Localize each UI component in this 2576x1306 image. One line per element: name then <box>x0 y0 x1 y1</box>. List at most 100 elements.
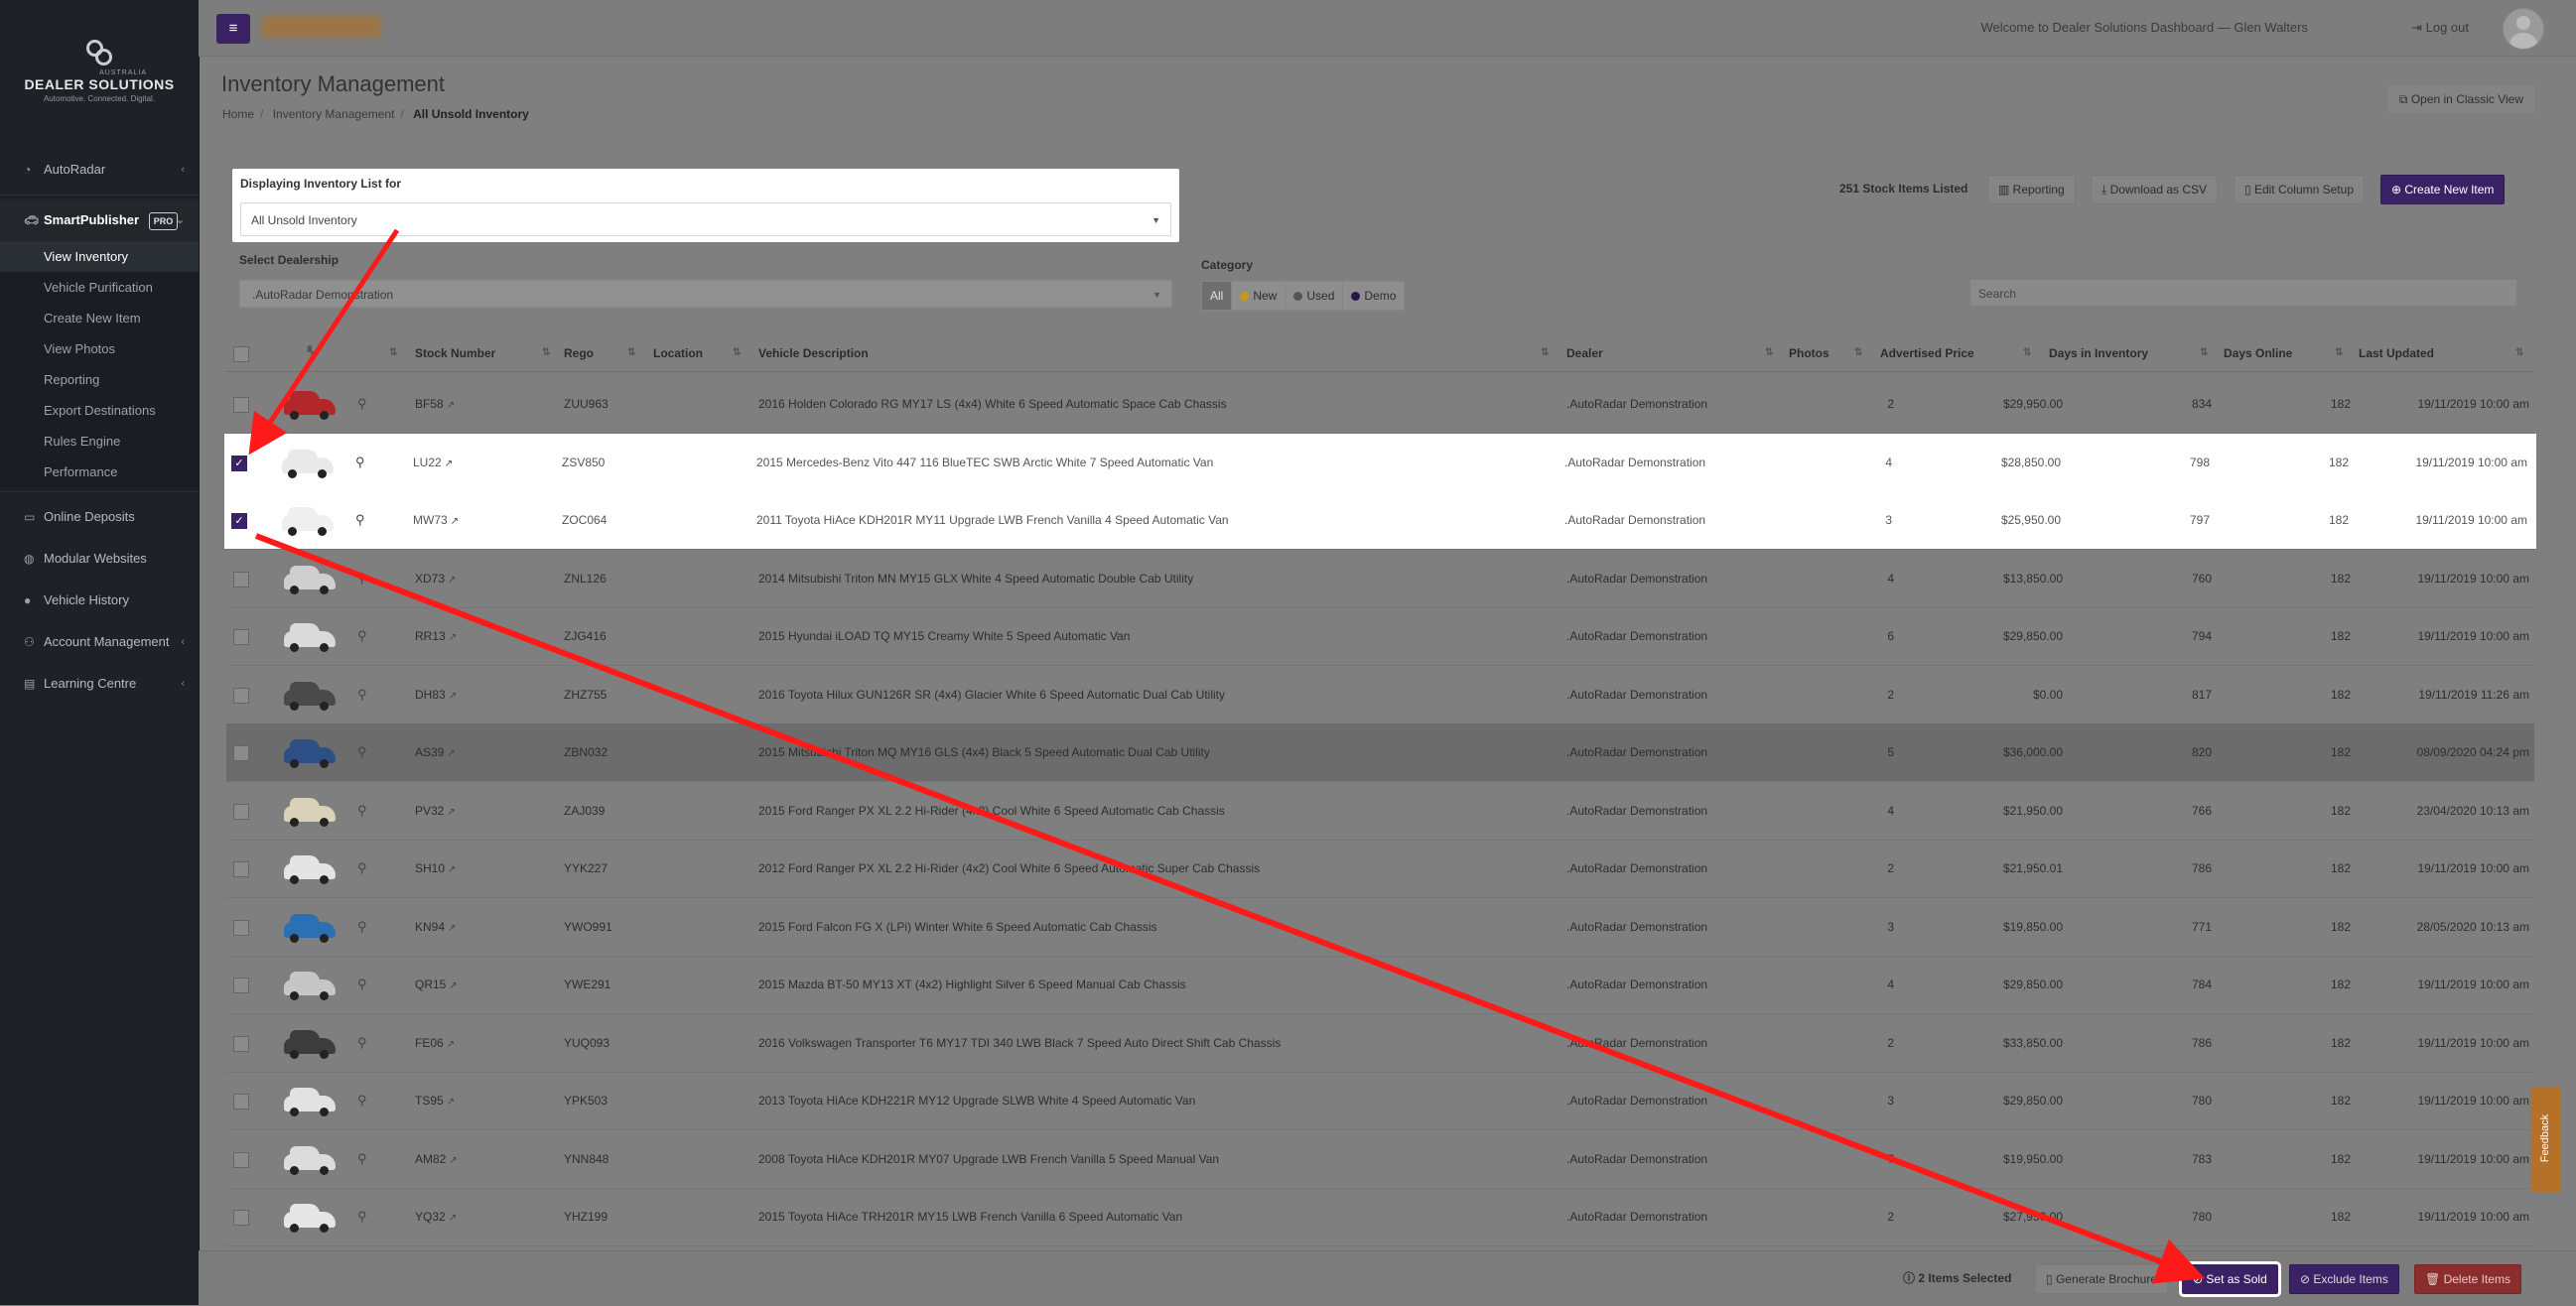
column-dealer[interactable]: Dealer <box>1566 335 1603 371</box>
column-days-online[interactable]: Days Online <box>2224 335 2292 371</box>
sidebar-item-learning-centre[interactable]: ▤ Learning Centre ‹ <box>0 663 199 705</box>
sidebar-item-modular-websites[interactable]: ◍ Modular Websites <box>0 538 199 580</box>
row-checkbox[interactable] <box>233 803 249 820</box>
vehicle-thumbnail[interactable] <box>278 385 341 425</box>
breadcrumb-inventory-management[interactable]: Inventory Management <box>273 107 395 121</box>
row-checkbox[interactable] <box>233 1210 249 1226</box>
row-checkbox[interactable] <box>233 1035 249 1052</box>
stock-number-link[interactable]: LU22 ↗ <box>413 434 453 493</box>
dealership-select[interactable]: .AutoRadar Demonstration ▼ <box>239 280 1172 308</box>
sidebar-item-online-deposits[interactable]: ▭ Online Deposits <box>0 496 199 538</box>
logout-link[interactable]: ⇥ Log out <box>2411 0 2469 56</box>
reporting-button[interactable]: ▥ Reporting <box>1987 175 2076 204</box>
search-input[interactable]: Search <box>1969 279 2517 307</box>
row-checkbox[interactable] <box>233 397 249 413</box>
generate-brochure-button[interactable]: ▯ Generate Brochure <box>2035 1264 2168 1294</box>
create-new-item-button[interactable]: ⊕ Create New Item <box>2380 175 2506 204</box>
sort-icon[interactable]: ⇅ <box>733 335 741 371</box>
download-csv-button[interactable]: ⤓ Download as CSV <box>2091 175 2219 204</box>
sidebar-subitem-reporting[interactable]: Reporting <box>0 364 199 395</box>
row-checkbox[interactable] <box>233 571 249 588</box>
avatar[interactable] <box>2503 8 2544 50</box>
row-checkbox[interactable]: ✓ <box>231 513 247 529</box>
vehicle-thumbnail[interactable] <box>278 617 341 657</box>
sidebar-subitem-rules-engine[interactable]: Rules Engine <box>0 426 199 457</box>
table-row[interactable]: ⚲ TS95 ↗ YPK503 2013 Toyota HiAce KDH221R MY… <box>226 1072 2534 1130</box>
inventory-list-select[interactable]: All Unsold Inventory ▼ <box>240 202 1171 236</box>
table-row[interactable]: ⚲ XD73 ↗ ZNL126 2014 Mitsubishi Triton MN MY… <box>226 550 2534 608</box>
vehicle-thumbnail[interactable] <box>276 444 339 483</box>
row-checkbox[interactable] <box>233 1151 249 1168</box>
sidebar-subitem-vehicle-purification[interactable]: Vehicle Purification <box>0 272 199 303</box>
stock-number-link[interactable]: XD73 ↗ <box>415 550 456 609</box>
sidebar-item-account-management[interactable]: ⚇ Account Management ‹ <box>0 621 199 663</box>
category-all-button[interactable]: All <box>1201 281 1233 311</box>
category-demo-button[interactable]: Demo <box>1342 281 1406 311</box>
vehicle-thumbnail[interactable] <box>276 501 339 541</box>
sort-icon[interactable]: ⇅ <box>1765 335 1773 371</box>
stock-number-link[interactable]: QR15 ↗ <box>415 956 458 1015</box>
table-row[interactable]: ⚲ KN94 ↗ YWO991 2015 Ford Falcon FG X (LPi) … <box>226 898 2534 957</box>
stock-number-link[interactable]: YQ32 ↗ <box>415 1188 457 1247</box>
row-checkbox[interactable] <box>233 1094 249 1110</box>
stock-number-link[interactable]: BF58 ↗ <box>415 375 455 435</box>
vehicle-thumbnail[interactable] <box>278 676 341 716</box>
select-all-checkbox[interactable] <box>233 346 249 362</box>
breadcrumb-home[interactable]: Home <box>222 107 254 121</box>
stock-number-link[interactable]: PV32 ↗ <box>415 782 456 842</box>
sort-icon[interactable]: ⇅ <box>2515 335 2523 371</box>
table-row[interactable]: ⚲ FE06 ↗ YUQ093 2016 Volkswagen Transporter … <box>226 1014 2534 1073</box>
sort-icon[interactable]: ⇅ <box>2335 335 2343 371</box>
vehicle-thumbnail[interactable] <box>278 1140 341 1180</box>
row-checkbox[interactable] <box>233 687 249 704</box>
vehicle-thumbnail[interactable] <box>278 908 341 948</box>
sort-icon[interactable]: ⇅ <box>2023 335 2031 371</box>
sort-icon[interactable]: ⇅ <box>1541 335 1549 371</box>
open-classic-view-button[interactable]: ⧉ Open in Classic View <box>2387 85 2534 113</box>
column-vehicle-description[interactable]: Vehicle Description <box>758 335 869 371</box>
vehicle-thumbnail[interactable] <box>278 1198 341 1238</box>
sidebar-item-vehicle-history[interactable]: ● Vehicle History <box>0 580 199 621</box>
table-row[interactable]: ✓ ⚲ LU22 ↗ ZSV850 2015 Mercedes-Benz Vito 447… <box>224 433 2536 493</box>
sidebar-item-autoradar[interactable]: ◔ AutoRadar ‹ <box>0 149 199 191</box>
category-new-button[interactable]: New <box>1231 281 1287 311</box>
sidebar-subitem-performance[interactable]: Performance <box>0 457 199 487</box>
edit-column-setup-button[interactable]: ▯ Edit Column Setup <box>2234 175 2365 204</box>
sort-icon[interactable]: ▚ <box>308 335 316 371</box>
table-row[interactable]: ⚲ RR13 ↗ ZJG416 2015 Hyundai iLOAD TQ MY15 C… <box>226 607 2534 666</box>
column-rego[interactable]: Rego <box>564 335 594 371</box>
sidebar-item-smartpublisher[interactable]: 🚗︎ SmartPublisher PRO ⌄ <box>0 199 199 241</box>
sidebar-subitem-export-destinations[interactable]: Export Destinations <box>0 395 199 426</box>
feedback-tab[interactable]: Feedback <box>2530 1087 2560 1192</box>
vehicle-thumbnail[interactable] <box>278 560 341 599</box>
vehicle-thumbnail[interactable] <box>278 1024 341 1064</box>
stock-number-link[interactable]: DH83 ↗ <box>415 666 457 725</box>
table-row[interactable]: ⚲ AS39 ↗ ZBN032 2015 Mitsubishi Triton MQ MY… <box>226 723 2534 782</box>
sort-icon[interactable]: ⇅ <box>1854 335 1862 371</box>
vehicle-thumbnail[interactable] <box>278 849 341 889</box>
sidebar-subitem-view-photos[interactable]: View Photos <box>0 333 199 364</box>
column-last-updated[interactable]: Last Updated <box>2359 335 2434 371</box>
table-row[interactable]: ⚲ AM82 ↗ YNN848 2008 Toyota HiAce KDH201R MY… <box>226 1130 2534 1189</box>
delete-items-button[interactable]: 🗑︎ Delete Items <box>2414 1264 2521 1294</box>
vehicle-thumbnail[interactable] <box>278 733 341 773</box>
sort-icon[interactable]: ⇅ <box>542 335 550 371</box>
vehicle-thumbnail[interactable] <box>278 966 341 1005</box>
row-checkbox[interactable] <box>233 745 249 761</box>
table-row[interactable]: ⚲ BF58 ↗ ZUU963 2016 Holden Colorado RG MY17… <box>226 375 2534 434</box>
stock-number-link[interactable]: FE06 ↗ <box>415 1014 455 1074</box>
table-row[interactable]: ✓ ⚲ MW73 ↗ ZOC064 2011 Toyota HiAce KDH201R M… <box>224 491 2536 550</box>
row-checkbox[interactable] <box>233 919 249 936</box>
sidebar-subitem-view-inventory[interactable]: View Inventory <box>0 241 199 272</box>
row-checkbox[interactable] <box>233 978 249 993</box>
stock-number-link[interactable]: TS95 ↗ <box>415 1072 455 1131</box>
stock-number-link[interactable]: AS39 ↗ <box>415 723 456 783</box>
column-advertised-price[interactable]: Advertised Price <box>1880 335 1974 371</box>
column-days-in-inventory[interactable]: Days in Inventory <box>2049 335 2148 371</box>
sort-icon[interactable]: ⇅ <box>2200 335 2208 371</box>
sidebar-subitem-create-new-item[interactable]: Create New Item <box>0 303 199 333</box>
table-row[interactable]: ⚲ DH83 ↗ ZHZ755 2016 Toyota Hilux GUN126R SR… <box>226 666 2534 724</box>
table-row[interactable]: ⚲ YQ32 ↗ YHZ199 2015 Toyota HiAce TRH201R MY… <box>226 1188 2534 1246</box>
menu-toggle-button[interactable]: ≡ <box>216 14 250 44</box>
category-used-button[interactable]: Used <box>1285 281 1344 311</box>
